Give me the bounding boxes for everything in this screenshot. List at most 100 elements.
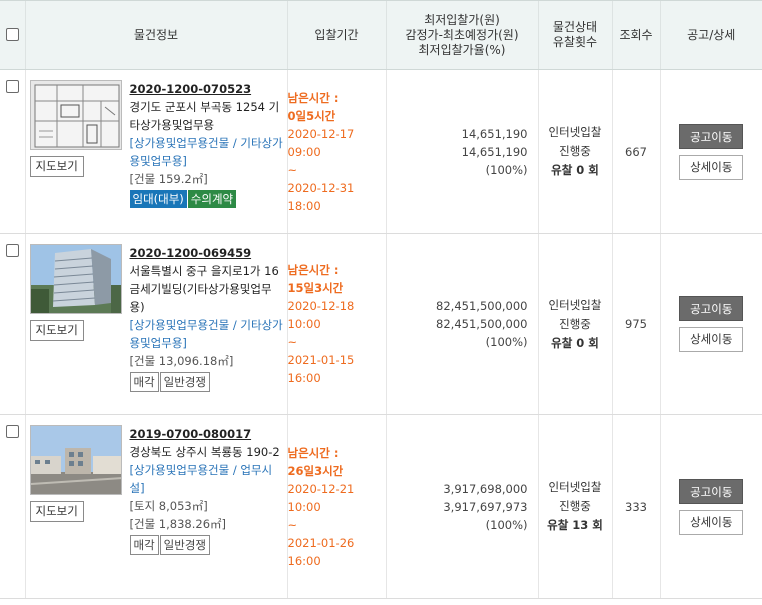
header-price-line1: 최저입찰가(원) — [424, 12, 500, 27]
remaining-time-label: 남은시간 : — [287, 90, 339, 105]
table-row: 지도보기 2019-0700-080017 경상북도 상주시 복룡동 190-2… — [0, 414, 762, 599]
property-area: [건물 159.2㎡] — [129, 172, 208, 186]
header-price-line3: 최저입찰가율(%) — [418, 42, 506, 57]
period-separator: ~ — [287, 517, 298, 532]
item-info-cell: 지도보기 2019-0700-080017 경상북도 상주시 복룡동 190-2… — [24, 414, 287, 599]
bid-start: 2020-12-18 10:00 — [287, 299, 355, 331]
disposal-type-badge: 매각 — [129, 535, 159, 555]
property-thumbnail[interactable] — [29, 425, 122, 495]
bid-end: 2021-01-26 16:00 — [287, 535, 355, 568]
table-header: 물건정보 입찰기간 최저입찰가(원) 감정가-최초예정가(원) 최저입찰가율(%… — [0, 0, 762, 70]
actions-cell: 공고이동 상세이동 — [659, 69, 762, 234]
bid-end: 2021-01-15 16:00 — [287, 353, 355, 385]
listing-table: 물건정보 입찰기간 최저입찰가(원) 감정가-최초예정가(원) 최저입찰가율(%… — [0, 0, 762, 599]
actions-cell: 공고이동 상세이동 — [659, 233, 762, 415]
header-info: 물건정보 — [24, 0, 287, 70]
view-count: 975 — [611, 233, 660, 415]
property-thumbnail[interactable] — [29, 244, 122, 314]
remaining-time: 0일5시간 — [287, 108, 336, 123]
actions-cell: 공고이동 상세이동 — [659, 414, 762, 599]
min-bid-price: 3,917,698,000 — [443, 481, 528, 496]
case-number-link[interactable]: 2019-0700-080017 — [130, 425, 287, 443]
disposal-type-badge: 매각 — [129, 372, 159, 392]
table-row: 지도보기 2020-1200-069459 서울특별시 중구 을지로1가 16 … — [0, 233, 762, 415]
remaining-time-label: 남은시간 : — [287, 263, 339, 277]
property-category: [상가용및업무용건물 / 업무시설] — [129, 463, 273, 495]
bid-method: 인터넷입찰 — [548, 125, 602, 139]
header-views: 조회수 — [611, 0, 660, 70]
row-checkbox[interactable] — [6, 244, 19, 257]
header-price: 최저입찰가(원) 감정가-최초예정가(원) 최저입찰가율(%) — [385, 0, 538, 70]
bid-period-cell: 남은시간 : 0일5시간 2020-12-17 09:00 ~ 2020-12-… — [286, 69, 386, 234]
header-actions: 공고/상세 — [659, 0, 762, 70]
header-period: 입찰기간 — [286, 0, 386, 70]
bid-period-cell: 남은시간 : 26일3시간 2020-12-21 10:00 ~ 2021-01… — [286, 414, 386, 599]
bid-period-cell: 남은시간 : 15일3시간 2020-12-18 10:00 ~ 2021-01… — [286, 233, 386, 415]
property-area: [건물 13,096.18㎡] — [129, 354, 234, 368]
contract-type-badge: 수의계약 — [187, 190, 237, 208]
property-address: 경기도 군포시 부곡동 1254 기타상가용및업무용 — [129, 100, 280, 132]
map-view-button[interactable]: 지도보기 — [29, 156, 84, 177]
bid-method: 인터넷입찰 — [548, 297, 602, 312]
remaining-time: 26일3시간 — [287, 463, 344, 478]
row-select-cell — [0, 69, 25, 234]
property-address: 서울특별시 중구 을지로1가 16 금세기빌딩(기타상가용및업무용) — [129, 264, 279, 314]
remaining-time: 15일3시간 — [287, 281, 344, 295]
detail-button[interactable]: 상세이동 — [679, 509, 744, 535]
period-separator: ~ — [287, 162, 298, 177]
progress-status: 진행중 — [559, 144, 591, 158]
select-all-checkbox[interactable] — [5, 27, 19, 41]
property-category: [상가용및업무용건물 / 기타상가용및업무용] — [129, 318, 283, 350]
case-number-link[interactable]: 2020-1200-070523 — [130, 80, 287, 98]
remaining-time-label: 남은시간 : — [287, 445, 339, 460]
header-status-line2: 유찰횟수 — [552, 35, 598, 49]
min-bid-rate: (100%) — [485, 162, 528, 177]
bid-start: 2020-12-17 09:00 — [287, 126, 355, 159]
contract-type-badge: 일반경쟁 — [159, 372, 210, 392]
price-cell: 3,917,698,000 3,917,697,973 (100%) — [385, 414, 538, 599]
bid-method: 인터넷입찰 — [548, 480, 602, 494]
row-select-cell — [0, 414, 25, 599]
property-address: 경상북도 상주시 복룡동 190-2 — [129, 445, 280, 459]
period-separator: ~ — [287, 335, 298, 349]
min-bid-rate: (100%) — [485, 335, 528, 349]
price-cell: 14,651,190 14,651,190 (100%) — [385, 69, 538, 234]
progress-status: 진행중 — [559, 499, 591, 513]
notice-button[interactable]: 공고이동 — [679, 296, 744, 321]
fail-count: 유찰 0 회 — [551, 163, 599, 177]
map-view-button[interactable]: 지도보기 — [29, 501, 84, 522]
property-thumbnail[interactable] — [29, 80, 122, 150]
bid-start: 2020-12-21 10:00 — [287, 481, 355, 514]
status-cell: 인터넷입찰 진행중 유찰 0 회 — [537, 233, 612, 415]
detail-button[interactable]: 상세이동 — [679, 154, 744, 180]
header-status-line1: 물건상태 — [552, 20, 598, 34]
appraisal-price: 14,651,190 — [461, 144, 528, 159]
header-price-line2: 감정가-최초예정가(원) — [405, 27, 519, 42]
map-view-button[interactable]: 지도보기 — [29, 320, 84, 341]
status-cell: 인터넷입찰 진행중 유찰 0 회 — [537, 69, 612, 234]
min-bid-rate: (100%) — [485, 517, 528, 532]
item-info-cell: 지도보기 2020-1200-070523 경기도 군포시 부곡동 1254 기… — [24, 69, 287, 234]
bid-end: 2020-12-31 18:00 — [287, 180, 355, 213]
status-cell: 인터넷입찰 진행중 유찰 13 회 — [537, 414, 612, 599]
disposal-type-badge: 임대(대부) — [129, 190, 187, 208]
property-category: [상가용및업무용건물 / 기타상가용및업무용] — [129, 136, 283, 168]
fail-count: 유찰 13 회 — [547, 518, 603, 532]
notice-button[interactable]: 공고이동 — [679, 123, 744, 149]
row-checkbox[interactable] — [6, 80, 19, 93]
row-checkbox[interactable] — [6, 425, 19, 438]
notice-button[interactable]: 공고이동 — [679, 478, 744, 504]
building-area: [건물 1,838.26㎡] — [129, 517, 227, 531]
progress-status: 진행중 — [559, 316, 591, 331]
contract-type-badge: 일반경쟁 — [159, 535, 210, 555]
land-area: [토지 8,053㎡] — [129, 499, 208, 513]
detail-button[interactable]: 상세이동 — [679, 327, 744, 352]
appraisal-price: 3,917,697,973 — [443, 499, 528, 514]
price-cell: 82,451,500,000 82,451,500,000 (100%) — [385, 233, 538, 415]
case-number-link[interactable]: 2020-1200-069459 — [130, 244, 287, 262]
min-bid-price: 14,651,190 — [461, 126, 528, 141]
select-all-cell — [0, 0, 25, 70]
item-info-cell: 지도보기 2020-1200-069459 서울특별시 중구 을지로1가 16 … — [24, 233, 287, 415]
view-count: 333 — [611, 414, 660, 599]
row-select-cell — [0, 233, 25, 415]
